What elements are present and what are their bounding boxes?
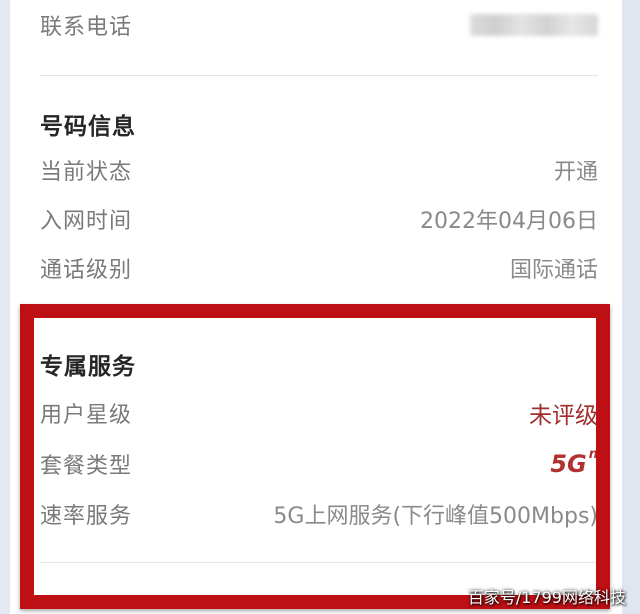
call-level-label: 通话级别 bbox=[40, 258, 133, 283]
screenshot: 联系电话 号码信息 当前状态 开通 入网时间 2022年04月06日 通话级别 … bbox=[0, 0, 640, 614]
join-date-row: 入网时间 2022年04月06日 bbox=[40, 202, 598, 236]
watermark: 百家号/1799网络科技 bbox=[467, 588, 626, 607]
divider bbox=[40, 75, 598, 76]
contact-phone-label: 联系电话 bbox=[40, 15, 133, 40]
status-label: 当前状态 bbox=[40, 160, 133, 185]
call-level-value: 国际通话 bbox=[509, 258, 598, 283]
masked-phone-number bbox=[470, 14, 598, 36]
number-info-title: 号码信息 bbox=[40, 114, 136, 140]
status-value: 开通 bbox=[553, 160, 598, 185]
scroll-edge bbox=[622, 0, 640, 614]
call-level-row: 通话级别 国际通话 bbox=[40, 251, 598, 285]
contact-phone-row: 联系电话 bbox=[40, 8, 598, 42]
status-row: 当前状态 开通 bbox=[40, 153, 598, 187]
highlight-frame bbox=[20, 304, 610, 609]
join-date-value: 2022年04月06日 bbox=[420, 209, 598, 234]
join-date-label: 入网时间 bbox=[40, 209, 133, 234]
